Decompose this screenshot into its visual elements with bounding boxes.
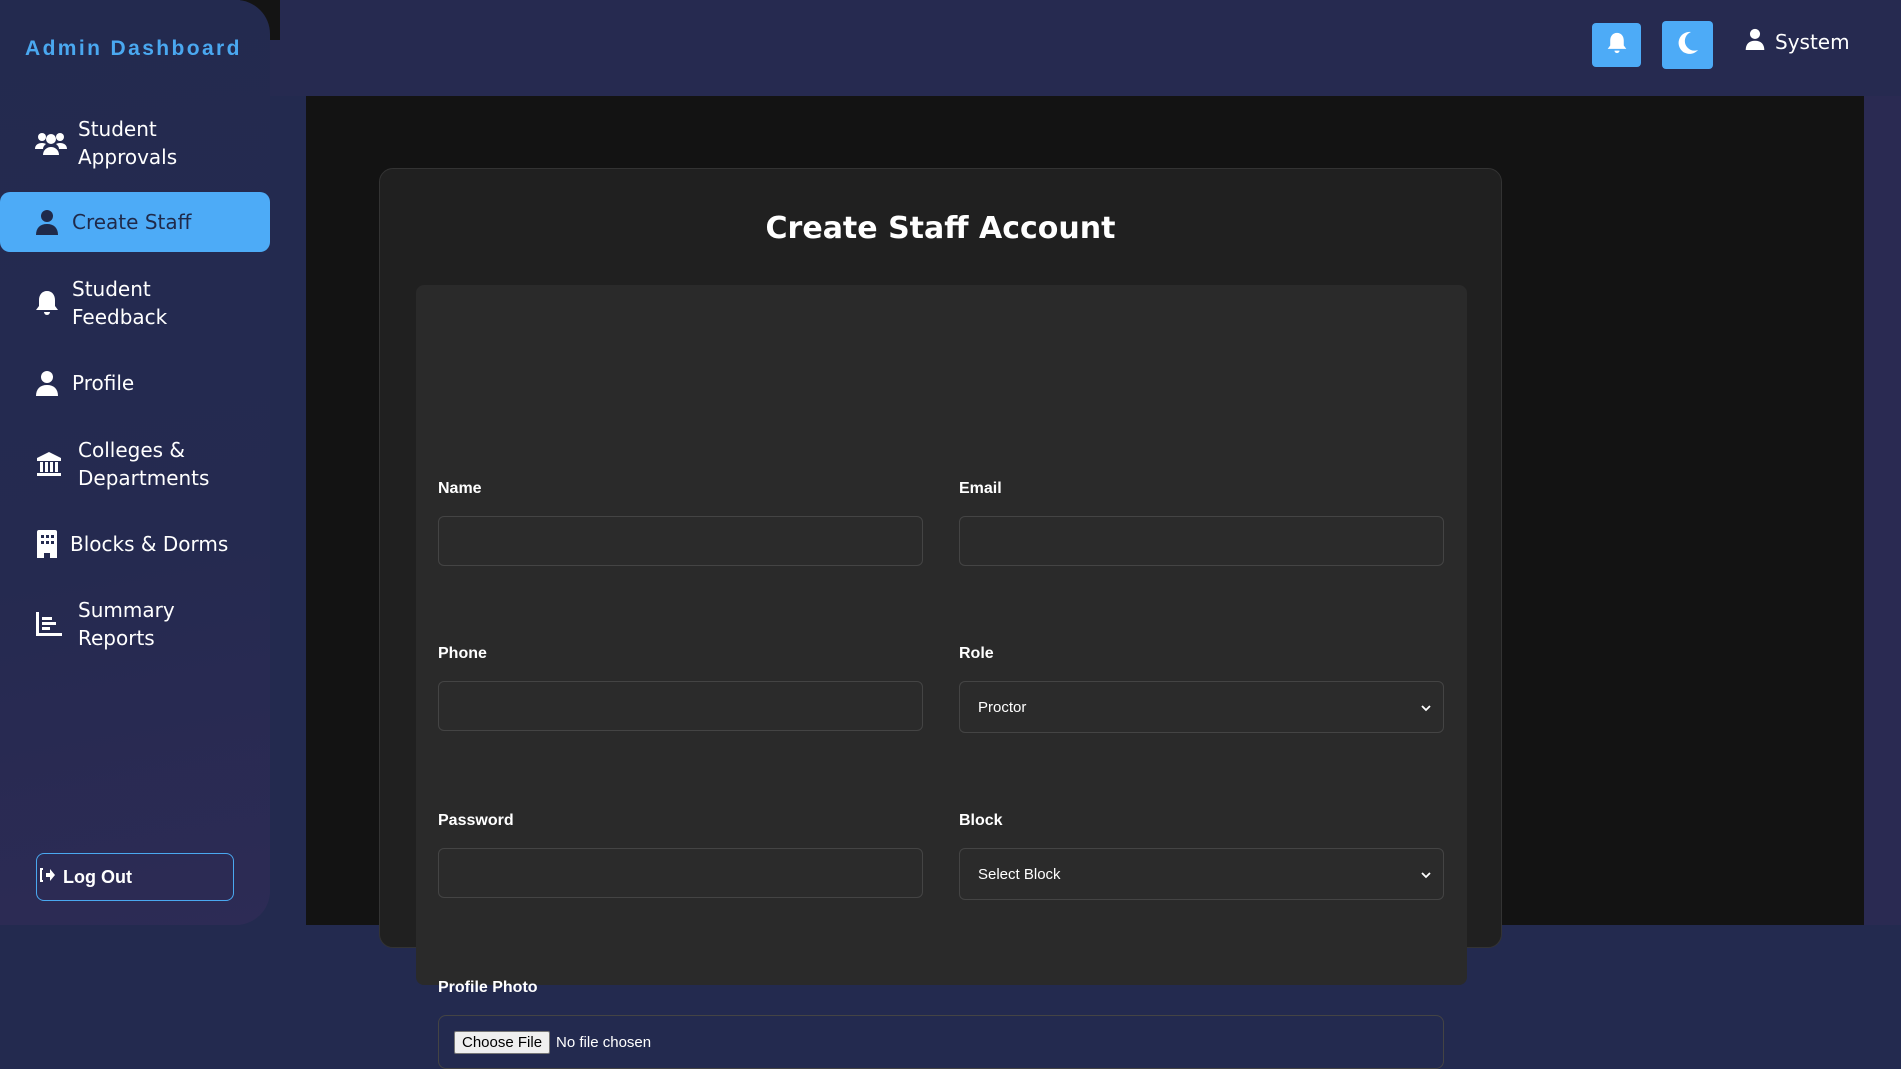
logout-label: Log Out (63, 866, 132, 887)
chevron-down-icon (1421, 699, 1431, 716)
building-columns-icon (32, 450, 66, 478)
chart-bar-icon (32, 610, 66, 638)
sidebar-item-label: Profile (72, 371, 135, 395)
block-select[interactable]: Select Block (959, 848, 1444, 900)
sidebar-item-label: Colleges & Departments (78, 438, 210, 490)
profile-photo-input[interactable]: Choose File No file chosen (438, 1015, 1444, 1069)
page-title: Create Staff Account (765, 211, 1116, 246)
sidebar-item-student-feedback[interactable]: Student Feedback (0, 275, 270, 331)
logout-button[interactable]: Log Out (36, 853, 234, 901)
notifications-button[interactable] (1592, 23, 1641, 67)
sidebar-item-label: Summary Reports (78, 598, 175, 650)
sidebar-item-label: Create Staff (72, 210, 192, 234)
sidebar-item-label: Student Feedback (72, 277, 168, 329)
sidebar-item-label: Blocks & Dorms (70, 532, 229, 556)
sign-out-icon (39, 867, 63, 888)
name-label: Name (438, 480, 482, 497)
role-select[interactable]: Proctor (959, 681, 1444, 733)
sidebar: Admin Dashboard Student Approvals Create… (0, 0, 270, 925)
choose-file-button[interactable]: Choose File (454, 1030, 551, 1054)
block-label: Block (959, 812, 1003, 829)
phone-label: Phone (438, 645, 487, 662)
create-staff-card: Create Staff Account Name Email Phone Ro… (379, 168, 1502, 1069)
user-icon (30, 208, 64, 236)
sidebar-item-profile[interactable]: Profile (0, 369, 270, 397)
sidebar-item-student-approvals[interactable]: Student Approvals (0, 115, 270, 171)
sidebar-item-label: Student Approvals (78, 117, 178, 169)
email-label: Email (959, 480, 1002, 497)
chevron-down-icon (1421, 866, 1431, 883)
sidebar-item-colleges-departments[interactable]: Colleges & Departments (0, 436, 270, 492)
building-icon (30, 530, 64, 558)
user-name: System (1775, 29, 1850, 54)
bell-icon (1607, 32, 1627, 59)
profile-photo-label: Profile Photo (438, 979, 538, 996)
role-label: Role (959, 645, 994, 662)
user-menu[interactable]: System (1745, 28, 1850, 55)
users-icon (34, 129, 68, 157)
bell-icon (30, 289, 64, 317)
role-selected-value: Proctor (978, 698, 1027, 716)
sidebar-item-create-staff[interactable]: Create Staff (0, 192, 270, 252)
password-input[interactable] (438, 848, 923, 898)
theme-toggle-button[interactable] (1662, 21, 1713, 69)
file-status: No file chosen (556, 1033, 652, 1051)
email-input[interactable] (959, 516, 1444, 566)
brand-title: Admin Dashboard (25, 37, 242, 60)
user-icon (30, 369, 64, 397)
right-strip (1864, 96, 1901, 925)
name-input[interactable] (438, 516, 923, 566)
create-staff-form: Name Email Phone Role Proctor Password B… (416, 285, 1467, 1069)
user-icon (1745, 28, 1775, 55)
phone-input[interactable] (438, 681, 923, 731)
moon-icon (1677, 31, 1699, 60)
sidebar-item-blocks-dorms[interactable]: Blocks & Dorms (0, 530, 270, 558)
sidebar-item-summary-reports[interactable]: Summary Reports (0, 596, 270, 652)
top-bar (270, 0, 1901, 96)
password-label: Password (438, 812, 514, 829)
block-selected-value: Select Block (978, 865, 1061, 883)
